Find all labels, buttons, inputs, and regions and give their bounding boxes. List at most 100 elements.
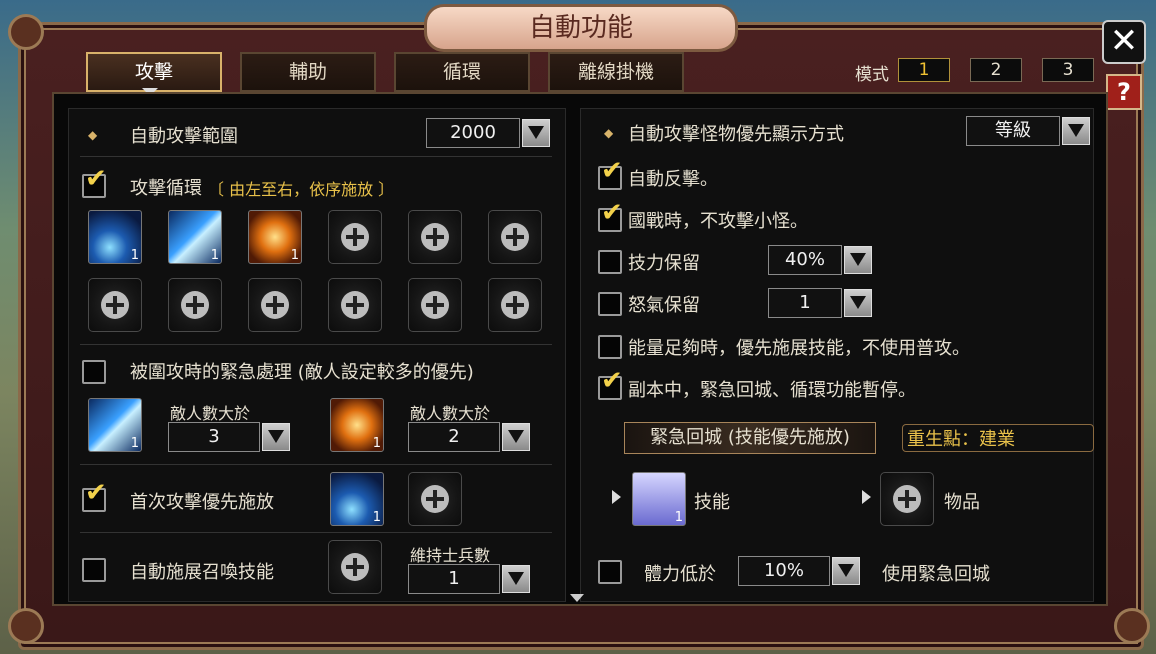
range-value[interactable]: 2000 [426, 118, 520, 148]
plus-icon [421, 223, 449, 251]
skill-reserve-checkbox[interactable] [598, 250, 622, 274]
enemy-count-value[interactable]: 2 [408, 422, 500, 452]
check-icon: ✔ [85, 478, 107, 508]
emergency-checkbox[interactable] [82, 360, 106, 384]
plus-icon [181, 291, 209, 319]
dungeon-checkbox[interactable]: ✔ [598, 368, 623, 400]
return-item-slot[interactable] [880, 472, 934, 526]
bullet-icon: ◆ [604, 126, 614, 140]
skill-level: 1 [290, 248, 299, 263]
skill-level: 1 [130, 436, 139, 451]
soldier-count-value[interactable]: 1 [408, 564, 500, 594]
divider [80, 156, 552, 157]
lightning-skill-icon[interactable]: 1 [88, 398, 142, 452]
empty-skill-slot[interactable] [408, 472, 462, 526]
empty-skill-slot[interactable] [248, 278, 302, 332]
nation-war-label: 國戰時，不攻擊小怪。 [628, 211, 808, 232]
return-skill-icon[interactable]: 1 [632, 472, 686, 526]
cycle-label: 攻擊循環 [130, 178, 202, 199]
nation-war-checkbox[interactable]: ✔ [598, 200, 623, 232]
first-attack-label: 首次攻擊優先施放 [130, 492, 274, 513]
arrow-right-icon [862, 490, 871, 504]
hp-low-value[interactable]: 10% [738, 556, 830, 586]
spear-skill-icon[interactable]: 1 [88, 210, 142, 264]
fire-arrow-skill-icon[interactable]: 1 [248, 210, 302, 264]
first-attack-checkbox[interactable]: ✔ [82, 480, 107, 512]
counter-checkbox[interactable]: ✔ [598, 158, 623, 190]
skill-reserve-dropdown-arrow-icon[interactable] [844, 246, 872, 274]
hp-low-checkbox[interactable] [598, 560, 622, 584]
fire-arrow-skill-icon[interactable]: 1 [330, 398, 384, 452]
divider [80, 464, 552, 465]
return-skill-label: 技能 [694, 492, 730, 513]
tab-attack[interactable]: 攻擊 [86, 52, 222, 92]
rage-reserve-dropdown-arrow-icon[interactable] [844, 289, 872, 317]
soldier-count-label: 維持士兵數 [410, 546, 491, 565]
emergency-label: 被圍攻時的緊急處理 (敵人設定較多的優先) [130, 362, 474, 383]
empty-skill-slot[interactable] [88, 278, 142, 332]
counter-label: 自動反擊。 [628, 169, 718, 190]
mode-button-2[interactable]: 2 [970, 58, 1022, 82]
rage-reserve-checkbox[interactable] [598, 292, 622, 316]
skill-reserve-value[interactable]: 40% [768, 245, 842, 275]
check-icon: ✔ [601, 366, 623, 396]
plus-icon [421, 291, 449, 319]
cycle-checkbox[interactable]: ✔ [82, 166, 107, 198]
tab-assist[interactable]: 輔助 [240, 52, 376, 92]
empty-skill-slot[interactable] [408, 278, 462, 332]
spear-skill-icon[interactable]: 1 [330, 472, 384, 526]
plus-icon [421, 485, 449, 513]
skill-level: 1 [210, 248, 219, 263]
tab-cycle[interactable]: 循環 [394, 52, 530, 92]
hp-low-dropdown-arrow-icon[interactable] [832, 557, 860, 585]
range-label: 自動攻擊範圍 [130, 126, 238, 147]
empty-skill-slot[interactable] [168, 278, 222, 332]
corner-ornament [8, 608, 44, 644]
priority-dropdown-arrow-icon[interactable] [1062, 117, 1090, 145]
empty-skill-slot[interactable] [328, 540, 382, 594]
range-dropdown-arrow-icon[interactable] [522, 119, 550, 147]
divider [80, 344, 552, 345]
summon-checkbox[interactable] [82, 558, 106, 582]
close-button[interactable]: ✕ [1102, 20, 1146, 64]
plus-icon [101, 291, 129, 319]
enemy-count-dropdown-arrow-icon[interactable] [262, 423, 290, 451]
plus-icon [341, 553, 369, 581]
dungeon-label: 副本中，緊急回城、循環功能暫停。 [628, 380, 916, 401]
plus-icon [261, 291, 289, 319]
empty-skill-slot[interactable] [408, 210, 462, 264]
priority-value[interactable]: 等級 [966, 116, 1060, 146]
help-button[interactable]: ? [1106, 74, 1142, 110]
divider [80, 532, 552, 533]
plus-icon [341, 223, 369, 251]
check-icon: ✔ [601, 156, 623, 186]
priority-label: 自動攻擊怪物優先顯示方式 [628, 124, 844, 145]
arrow-right-icon [612, 490, 621, 504]
skill-level: 1 [372, 510, 381, 525]
enemy-count-label: 敵人數大於 [410, 404, 491, 423]
corner-ornament [8, 14, 44, 50]
scroll-down-icon[interactable] [570, 594, 584, 602]
empty-skill-slot[interactable] [328, 278, 382, 332]
return-item-label: 物品 [944, 492, 980, 513]
respawn-point: 重生點：建業 [902, 424, 1094, 452]
rage-reserve-value[interactable]: 1 [768, 288, 842, 318]
empty-skill-slot[interactable] [488, 210, 542, 264]
plus-icon [501, 291, 529, 319]
enemy-count-dropdown-arrow-icon[interactable] [502, 423, 530, 451]
empty-skill-slot[interactable] [328, 210, 382, 264]
enemy-count-value[interactable]: 3 [168, 422, 260, 452]
mode-button-1[interactable]: 1 [898, 58, 950, 82]
enemy-count-label: 敵人數大於 [170, 404, 251, 423]
tab-offline[interactable]: 離線掛機 [548, 52, 684, 92]
soldier-count-dropdown-arrow-icon[interactable] [502, 565, 530, 593]
mode-button-3[interactable]: 3 [1042, 58, 1094, 82]
hp-low-action-label: 使用緊急回城 [882, 564, 990, 585]
skill-level: 1 [674, 510, 683, 525]
energy-checkbox[interactable] [598, 335, 622, 359]
check-icon: ✔ [85, 164, 107, 194]
empty-skill-slot[interactable] [488, 278, 542, 332]
check-icon: ✔ [601, 198, 623, 228]
rage-reserve-label: 怒氣保留 [628, 295, 700, 316]
lightning-skill-icon[interactable]: 1 [168, 210, 222, 264]
